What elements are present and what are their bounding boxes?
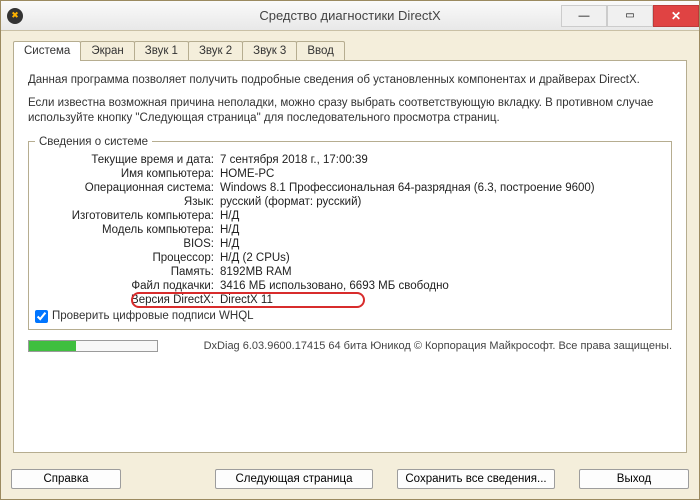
info-value: 7 сентября 2018 г., 17:00:39 <box>220 154 665 166</box>
info-label: BIOS: <box>35 238 220 250</box>
info-value: HOME-PC <box>220 168 665 180</box>
tab-ввод[interactable]: Ввод <box>296 41 345 61</box>
info-row: Имя компьютера:HOME-PC <box>35 168 665 180</box>
info-label: Версия DirectX: <box>35 294 220 306</box>
info-label: Модель компьютера: <box>35 224 220 236</box>
system-info-legend: Сведения о системе <box>35 136 152 148</box>
info-row: Версия DirectX:DirectX 11 <box>35 294 665 306</box>
info-row: Язык:русский (формат: русский) <box>35 196 665 208</box>
info-label: Имя компьютера: <box>35 168 220 180</box>
button-row: Справка Следующая страница Сохранить все… <box>1 461 699 499</box>
tab-panel-system: Данная программа позволяет получить подр… <box>13 60 687 453</box>
minimize-button[interactable] <box>561 5 607 27</box>
whql-label: Проверить цифровые подписи WHQL <box>52 310 254 322</box>
dxdiag-window: Средство диагностики DirectX СистемаЭкра… <box>0 0 700 500</box>
intro-text-2: Если известна возможная причина неполадк… <box>28 96 672 126</box>
info-label: Процессор: <box>35 252 220 264</box>
info-row: Файл подкачки:3416 МБ использовано, 6693… <box>35 280 665 292</box>
info-row: Операционная система:Windows 8.1 Професс… <box>35 182 665 194</box>
tab-звук-2[interactable]: Звук 2 <box>188 41 243 61</box>
system-info-group: Сведения о системе Текущие время и дата:… <box>28 136 672 330</box>
info-value: 3416 МБ использовано, 6693 МБ свободно <box>220 280 665 292</box>
info-row: Изготовитель компьютера:Н/Д <box>35 210 665 222</box>
client-area: СистемаЭкранЗвук 1Звук 2Звук 3Ввод Данна… <box>1 31 699 461</box>
info-label: Язык: <box>35 196 220 208</box>
save-all-button[interactable]: Сохранить все сведения... <box>397 469 555 489</box>
titlebar[interactable]: Средство диагностики DirectX <box>1 1 699 31</box>
info-value: DirectX 11 <box>220 294 665 306</box>
info-label: Файл подкачки: <box>35 280 220 292</box>
tab-экран[interactable]: Экран <box>80 41 134 61</box>
info-value: Н/Д <box>220 224 665 236</box>
whql-row: Проверить цифровые подписи WHQL <box>35 310 665 323</box>
tab-звук-3[interactable]: Звук 3 <box>242 41 297 61</box>
progress-bar <box>28 340 158 352</box>
info-row: Память:8192MB RAM <box>35 266 665 278</box>
progress-fill <box>29 341 76 351</box>
info-value: русский (формат: русский) <box>220 196 665 208</box>
info-label: Операционная система: <box>35 182 220 194</box>
info-label: Память: <box>35 266 220 278</box>
tab-система[interactable]: Система <box>13 41 81 61</box>
info-value: 8192MB RAM <box>220 266 665 278</box>
whql-checkbox[interactable] <box>35 310 48 323</box>
exit-button[interactable]: Выход <box>579 469 689 489</box>
info-label: Текущие время и дата: <box>35 154 220 166</box>
close-button[interactable] <box>653 5 699 27</box>
info-value: Н/Д (2 CPUs) <box>220 252 665 264</box>
tab-strip: СистемаЭкранЗвук 1Звук 2Звук 3Ввод <box>13 41 687 61</box>
next-page-button[interactable]: Следующая страница <box>215 469 373 489</box>
info-label: Изготовитель компьютера: <box>35 210 220 222</box>
intro-text-1: Данная программа позволяет получить подр… <box>28 73 672 88</box>
info-row: Модель компьютера:Н/Д <box>35 224 665 236</box>
info-row: BIOS:Н/Д <box>35 238 665 250</box>
help-button[interactable]: Справка <box>11 469 121 489</box>
tab-звук-1[interactable]: Звук 1 <box>134 41 189 61</box>
info-value: Н/Д <box>220 238 665 250</box>
window-controls <box>561 5 699 27</box>
info-value: Windows 8.1 Профессиональная 64-разрядна… <box>220 182 665 194</box>
app-icon <box>7 8 23 24</box>
maximize-button[interactable] <box>607 5 653 27</box>
info-row: Текущие время и дата:7 сентября 2018 г.,… <box>35 154 665 166</box>
info-row: Процессор:Н/Д (2 CPUs) <box>35 252 665 264</box>
info-value: Н/Д <box>220 210 665 222</box>
